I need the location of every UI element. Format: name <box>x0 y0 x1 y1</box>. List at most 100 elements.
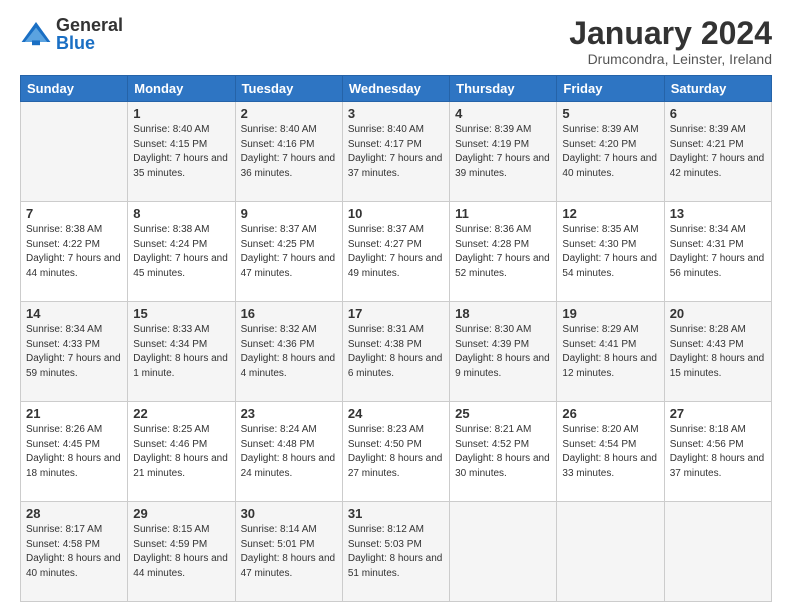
header-sunday: Sunday <box>21 76 128 102</box>
logo-general: General <box>56 16 123 34</box>
calendar-cell: 13 Sunrise: 8:34 AMSunset: 4:31 PMDayligh… <box>664 202 771 302</box>
calendar-cell: 24 Sunrise: 8:23 AMSunset: 4:50 PMDayligh… <box>342 402 449 502</box>
day-number: 16 <box>241 306 337 321</box>
location-subtitle: Drumcondra, Leinster, Ireland <box>569 51 772 67</box>
day-number: 2 <box>241 106 337 121</box>
day-number: 28 <box>26 506 122 521</box>
calendar-cell <box>21 102 128 202</box>
day-number: 5 <box>562 106 658 121</box>
day-info: Sunrise: 8:34 AMSunset: 4:31 PMDaylight:… <box>670 223 766 281</box>
calendar-header: Sunday Monday Tuesday Wednesday Thursday… <box>21 76 772 102</box>
day-number: 20 <box>670 306 766 321</box>
day-info: Sunrise: 8:26 AMSunset: 4:45 PMDaylight:… <box>26 423 122 481</box>
calendar-cell: 18 Sunrise: 8:30 AMSunset: 4:39 PMDayligh… <box>450 302 557 402</box>
calendar-cell: 29Sunrise: 8:15 AMSunset: 4:59 PMDayligh… <box>128 502 235 602</box>
day-number: 18 <box>455 306 551 321</box>
logo-text: General Blue <box>56 16 123 52</box>
day-number: 9 <box>241 206 337 221</box>
day-number: 19 <box>562 306 658 321</box>
day-number: 7 <box>26 206 122 221</box>
day-info: Sunrise: 8:32 AMSunset: 4:36 PMDaylight:… <box>241 323 337 381</box>
logo-icon <box>20 18 52 50</box>
day-number: 1 <box>133 106 229 121</box>
day-info: Sunrise: 8:12 AMSunset: 5:03 PMDaylight:… <box>348 523 444 581</box>
calendar-cell: 15 Sunrise: 8:33 AMSunset: 4:34 PMDayligh… <box>128 302 235 402</box>
calendar-cell: 4Sunrise: 8:39 AMSunset: 4:19 PMDaylight… <box>450 102 557 202</box>
day-info: Sunrise: 8:18 AMSunset: 4:56 PMDaylight:… <box>670 423 766 481</box>
day-info: Sunrise: 8:23 AMSunset: 4:50 PMDaylight:… <box>348 423 444 481</box>
calendar-week-4: 21 Sunrise: 8:26 AMSunset: 4:45 PMDayligh… <box>21 402 772 502</box>
day-number: 3 <box>348 106 444 121</box>
day-info: Sunrise: 8:33 AMSunset: 4:34 PMDaylight:… <box>133 323 229 381</box>
calendar-cell: 21 Sunrise: 8:26 AMSunset: 4:45 PMDayligh… <box>21 402 128 502</box>
day-info: Sunrise: 8:37 AMSunset: 4:27 PMDaylight:… <box>348 223 444 281</box>
day-info: Sunrise: 8:40 AMSunset: 4:16 PMDaylight:… <box>241 123 337 181</box>
calendar-cell: 30Sunrise: 8:14 AMSunset: 5:01 PMDayligh… <box>235 502 342 602</box>
day-number: 21 <box>26 406 122 421</box>
day-number: 24 <box>348 406 444 421</box>
day-info: Sunrise: 8:40 AMSunset: 4:15 PMDaylight:… <box>133 123 229 181</box>
day-info: Sunrise: 8:39 AMSunset: 4:19 PMDaylight:… <box>455 123 551 181</box>
calendar-cell: 23Sunrise: 8:24 AMSunset: 4:48 PMDayligh… <box>235 402 342 502</box>
calendar-cell: 26Sunrise: 8:20 AMSunset: 4:54 PMDayligh… <box>557 402 664 502</box>
day-number: 6 <box>670 106 766 121</box>
calendar-cell: 16 Sunrise: 8:32 AMSunset: 4:36 PMDayligh… <box>235 302 342 402</box>
day-number: 25 <box>455 406 551 421</box>
calendar-week-1: 1 Sunrise: 8:40 AMSunset: 4:15 PMDaylight… <box>21 102 772 202</box>
day-info: Sunrise: 8:38 AMSunset: 4:22 PMDaylight:… <box>26 223 122 281</box>
day-info: Sunrise: 8:36 AMSunset: 4:28 PMDaylight:… <box>455 223 551 281</box>
day-info: Sunrise: 8:17 AMSunset: 4:58 PMDaylight:… <box>26 523 122 581</box>
calendar-cell <box>664 502 771 602</box>
calendar-cell: 7 Sunrise: 8:38 AMSunset: 4:22 PMDaylight… <box>21 202 128 302</box>
header-friday: Friday <box>557 76 664 102</box>
header-monday: Monday <box>128 76 235 102</box>
day-info: Sunrise: 8:37 AMSunset: 4:25 PMDaylight:… <box>241 223 337 281</box>
calendar-cell: 10Sunrise: 8:37 AMSunset: 4:27 PMDayligh… <box>342 202 449 302</box>
calendar-cell: 14 Sunrise: 8:34 AMSunset: 4:33 PMDayligh… <box>21 302 128 402</box>
calendar-cell: 3 Sunrise: 8:40 AMSunset: 4:17 PMDaylight… <box>342 102 449 202</box>
day-number: 13 <box>670 206 766 221</box>
calendar-week-3: 14 Sunrise: 8:34 AMSunset: 4:33 PMDayligh… <box>21 302 772 402</box>
day-info: Sunrise: 8:24 AMSunset: 4:48 PMDaylight:… <box>241 423 337 481</box>
calendar-cell: 11 Sunrise: 8:36 AMSunset: 4:28 PMDayligh… <box>450 202 557 302</box>
day-info: Sunrise: 8:30 AMSunset: 4:39 PMDaylight:… <box>455 323 551 381</box>
calendar-cell: 31 Sunrise: 8:12 AMSunset: 5:03 PMDayligh… <box>342 502 449 602</box>
day-number: 17 <box>348 306 444 321</box>
calendar-cell <box>557 502 664 602</box>
calendar-week-2: 7 Sunrise: 8:38 AMSunset: 4:22 PMDaylight… <box>21 202 772 302</box>
calendar-cell: 28 Sunrise: 8:17 AMSunset: 4:58 PMDayligh… <box>21 502 128 602</box>
calendar-page: General Blue January 2024 Drumcondra, Le… <box>0 0 792 612</box>
day-number: 11 <box>455 206 551 221</box>
day-info: Sunrise: 8:20 AMSunset: 4:54 PMDaylight:… <box>562 423 658 481</box>
calendar-cell: 19Sunrise: 8:29 AMSunset: 4:41 PMDayligh… <box>557 302 664 402</box>
header-saturday: Saturday <box>664 76 771 102</box>
header-wednesday: Wednesday <box>342 76 449 102</box>
calendar-table: Sunday Monday Tuesday Wednesday Thursday… <box>20 75 772 602</box>
calendar-cell: 12Sunrise: 8:35 AMSunset: 4:30 PMDayligh… <box>557 202 664 302</box>
header-thursday: Thursday <box>450 76 557 102</box>
calendar-cell: 5Sunrise: 8:39 AMSunset: 4:20 PMDaylight… <box>557 102 664 202</box>
day-info: Sunrise: 8:34 AMSunset: 4:33 PMDaylight:… <box>26 323 122 381</box>
logo-blue: Blue <box>56 34 123 52</box>
day-info: Sunrise: 8:28 AMSunset: 4:43 PMDaylight:… <box>670 323 766 381</box>
calendar-cell: 2 Sunrise: 8:40 AMSunset: 4:16 PMDaylight… <box>235 102 342 202</box>
day-number: 12 <box>562 206 658 221</box>
calendar-cell: 9 Sunrise: 8:37 AMSunset: 4:25 PMDaylight… <box>235 202 342 302</box>
calendar-cell: 17 Sunrise: 8:31 AMSunset: 4:38 PMDayligh… <box>342 302 449 402</box>
day-number: 14 <box>26 306 122 321</box>
calendar-cell: 25 Sunrise: 8:21 AMSunset: 4:52 PMDayligh… <box>450 402 557 502</box>
day-info: Sunrise: 8:15 AMSunset: 4:59 PMDaylight:… <box>133 523 229 581</box>
calendar-body: 1 Sunrise: 8:40 AMSunset: 4:15 PMDaylight… <box>21 102 772 602</box>
day-info: Sunrise: 8:40 AMSunset: 4:17 PMDaylight:… <box>348 123 444 181</box>
month-title: January 2024 <box>569 16 772 51</box>
calendar-cell: 20 Sunrise: 8:28 AMSunset: 4:43 PMDayligh… <box>664 302 771 402</box>
day-number: 31 <box>348 506 444 521</box>
day-info: Sunrise: 8:21 AMSunset: 4:52 PMDaylight:… <box>455 423 551 481</box>
day-info: Sunrise: 8:31 AMSunset: 4:38 PMDaylight:… <box>348 323 444 381</box>
calendar-cell: 1 Sunrise: 8:40 AMSunset: 4:15 PMDaylight… <box>128 102 235 202</box>
calendar-cell: 22Sunrise: 8:25 AMSunset: 4:46 PMDayligh… <box>128 402 235 502</box>
header-tuesday: Tuesday <box>235 76 342 102</box>
calendar-cell: 6Sunrise: 8:39 AMSunset: 4:21 PMDaylight… <box>664 102 771 202</box>
day-number: 15 <box>133 306 229 321</box>
day-info: Sunrise: 8:38 AMSunset: 4:24 PMDaylight:… <box>133 223 229 281</box>
